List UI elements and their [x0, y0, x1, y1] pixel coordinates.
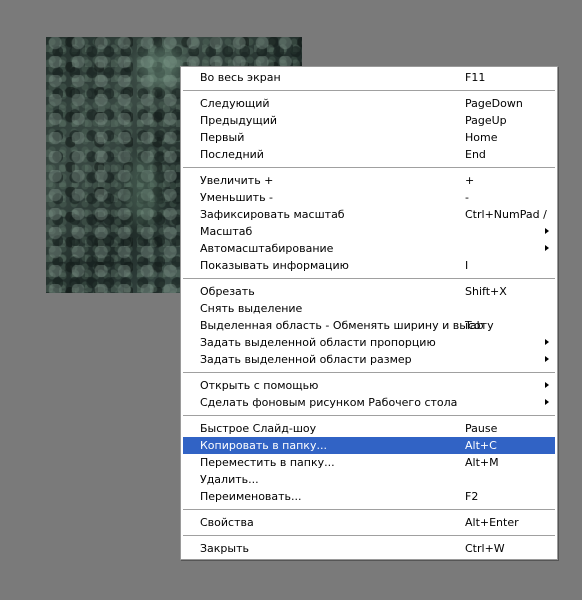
menu-item-shortcut: PageDown: [465, 97, 523, 110]
menu-item-shortcut: PageUp: [465, 114, 507, 127]
menu-item[interactable]: Автомасштабирование: [183, 240, 555, 257]
submenu-arrow-icon: [545, 339, 549, 345]
menu-item-label: Удалить...: [200, 473, 259, 486]
menu-item-shortcut: Shift+X: [465, 285, 507, 298]
menu-item[interactable]: Первый Home: [183, 129, 555, 146]
menu-separator: [183, 535, 555, 536]
menu-item-label: Автомасштабирование: [200, 242, 334, 255]
menu-item[interactable]: Последний End: [183, 146, 555, 163]
menu-separator: [183, 278, 555, 279]
menu-item[interactable]: Сделать фоновым рисунком Рабочего стола: [183, 394, 555, 411]
menu-item[interactable]: Удалить...: [183, 471, 555, 488]
menu-item-label: Увеличить +: [200, 174, 274, 187]
menu-item-label: Уменьшить -: [200, 191, 274, 204]
menu-separator: [183, 167, 555, 168]
menu-item-label: Последний: [200, 148, 264, 161]
menu-item[interactable]: Открыть с помощью: [183, 377, 555, 394]
menu-item-label: Переименовать...: [200, 490, 302, 503]
menu-item-label: Масштаб: [200, 225, 253, 238]
menu-item[interactable]: Показывать информацию I: [183, 257, 555, 274]
menu-item-label: Задать выделенной области пропорцию: [200, 336, 436, 349]
menu-item[interactable]: Быстрое Слайд-шоу Pause: [183, 420, 555, 437]
photo-clearing: [126, 157, 160, 227]
menu-item-shortcut: Alt+Enter: [465, 516, 519, 529]
photo-clearing: [138, 47, 184, 87]
menu-item-label: Зафиксировать масштаб: [200, 208, 345, 221]
menu-separator: [183, 90, 555, 91]
menu-item-label: Снять выделение: [200, 302, 303, 315]
menu-item[interactable]: Свойства Alt+Enter: [183, 514, 555, 531]
menu-item[interactable]: Масштаб: [183, 223, 555, 240]
menu-item-shortcut: F2: [465, 490, 479, 503]
menu-item-shortcut: I: [465, 259, 469, 272]
menu-item[interactable]: Во весь экран F11: [183, 69, 555, 86]
menu-item-shortcut: Pause: [465, 422, 498, 435]
menu-item-label: Следующий: [200, 97, 270, 110]
menu-item-shortcut: Ctrl+NumPad /: [465, 208, 547, 221]
menu-item-shortcut: Alt+C: [465, 439, 497, 452]
menu-item-label: Переместить в папку...: [200, 456, 335, 469]
menu-item-label: Обрезать: [200, 285, 255, 298]
submenu-arrow-icon: [545, 356, 549, 362]
menu-item-label: Показывать информацию: [200, 259, 349, 272]
menu-item[interactable]: Переместить в папку... Alt+M: [183, 454, 555, 471]
menu-item-label: Быстрое Слайд-шоу: [200, 422, 317, 435]
submenu-arrow-icon: [545, 228, 549, 234]
image-viewer-window: Во весь экран F11 Следующий PageDown Предыду…: [0, 0, 582, 600]
menu-item-label: Во весь экран: [200, 71, 281, 84]
menu-item-shortcut: F11: [465, 71, 486, 84]
menu-item[interactable]: Переименовать... F2: [183, 488, 555, 505]
menu-item-shortcut: +: [465, 174, 475, 187]
context-menu: Во весь экран F11 Следующий PageDown Предыду…: [180, 66, 558, 560]
menu-item-label: Сделать фоновым рисунком Рабочего стола: [200, 396, 458, 409]
menu-item[interactable]: Закрыть Ctrl+W: [183, 540, 555, 557]
menu-separator: [183, 415, 555, 416]
menu-item-label: Предыдущий: [200, 114, 278, 127]
menu-separator: [183, 509, 555, 510]
menu-item-shortcut: Tab: [465, 319, 484, 332]
submenu-arrow-icon: [545, 399, 549, 405]
menu-item-label: Первый: [200, 131, 245, 144]
menu-item[interactable]: Уменьшить - -: [183, 189, 555, 206]
menu-item-label: Выделенная область - Обменять ширину и в…: [200, 319, 494, 332]
menu-item-label: Открыть с помощью: [200, 379, 319, 392]
menu-item[interactable]: Задать выделенной области размер: [183, 351, 555, 368]
menu-item-shortcut: End: [465, 148, 486, 161]
submenu-arrow-icon: [545, 382, 549, 388]
menu-item[interactable]: Снять выделение: [183, 300, 555, 317]
menu-item-shortcut: Home: [465, 131, 498, 144]
menu-item-shortcut: Alt+M: [465, 456, 499, 469]
menu-item-label: Закрыть: [200, 542, 249, 555]
menu-item[interactable]: Увеличить + +: [183, 172, 555, 189]
menu-separator: [183, 372, 555, 373]
menu-item-shortcut: -: [465, 191, 469, 204]
menu-item[interactable]: Следующий PageDown: [183, 95, 555, 112]
menu-item[interactable]: Задать выделенной области пропорцию: [183, 334, 555, 351]
menu-item-label: Свойства: [200, 516, 254, 529]
menu-item-label: Задать выделенной области размер: [200, 353, 412, 366]
menu-item[interactable]: Предыдущий PageUp: [183, 112, 555, 129]
menu-item[interactable]: Обрезать Shift+X: [183, 283, 555, 300]
menu-item[interactable]: Копировать в папку... Alt+C: [183, 437, 555, 454]
submenu-arrow-icon: [545, 245, 549, 251]
menu-item[interactable]: Зафиксировать масштаб Ctrl+NumPad /: [183, 206, 555, 223]
menu-item-label: Копировать в папку...: [200, 439, 327, 452]
menu-item-shortcut: Ctrl+W: [465, 542, 505, 555]
menu-item[interactable]: Выделенная область - Обменять ширину и в…: [183, 317, 555, 334]
